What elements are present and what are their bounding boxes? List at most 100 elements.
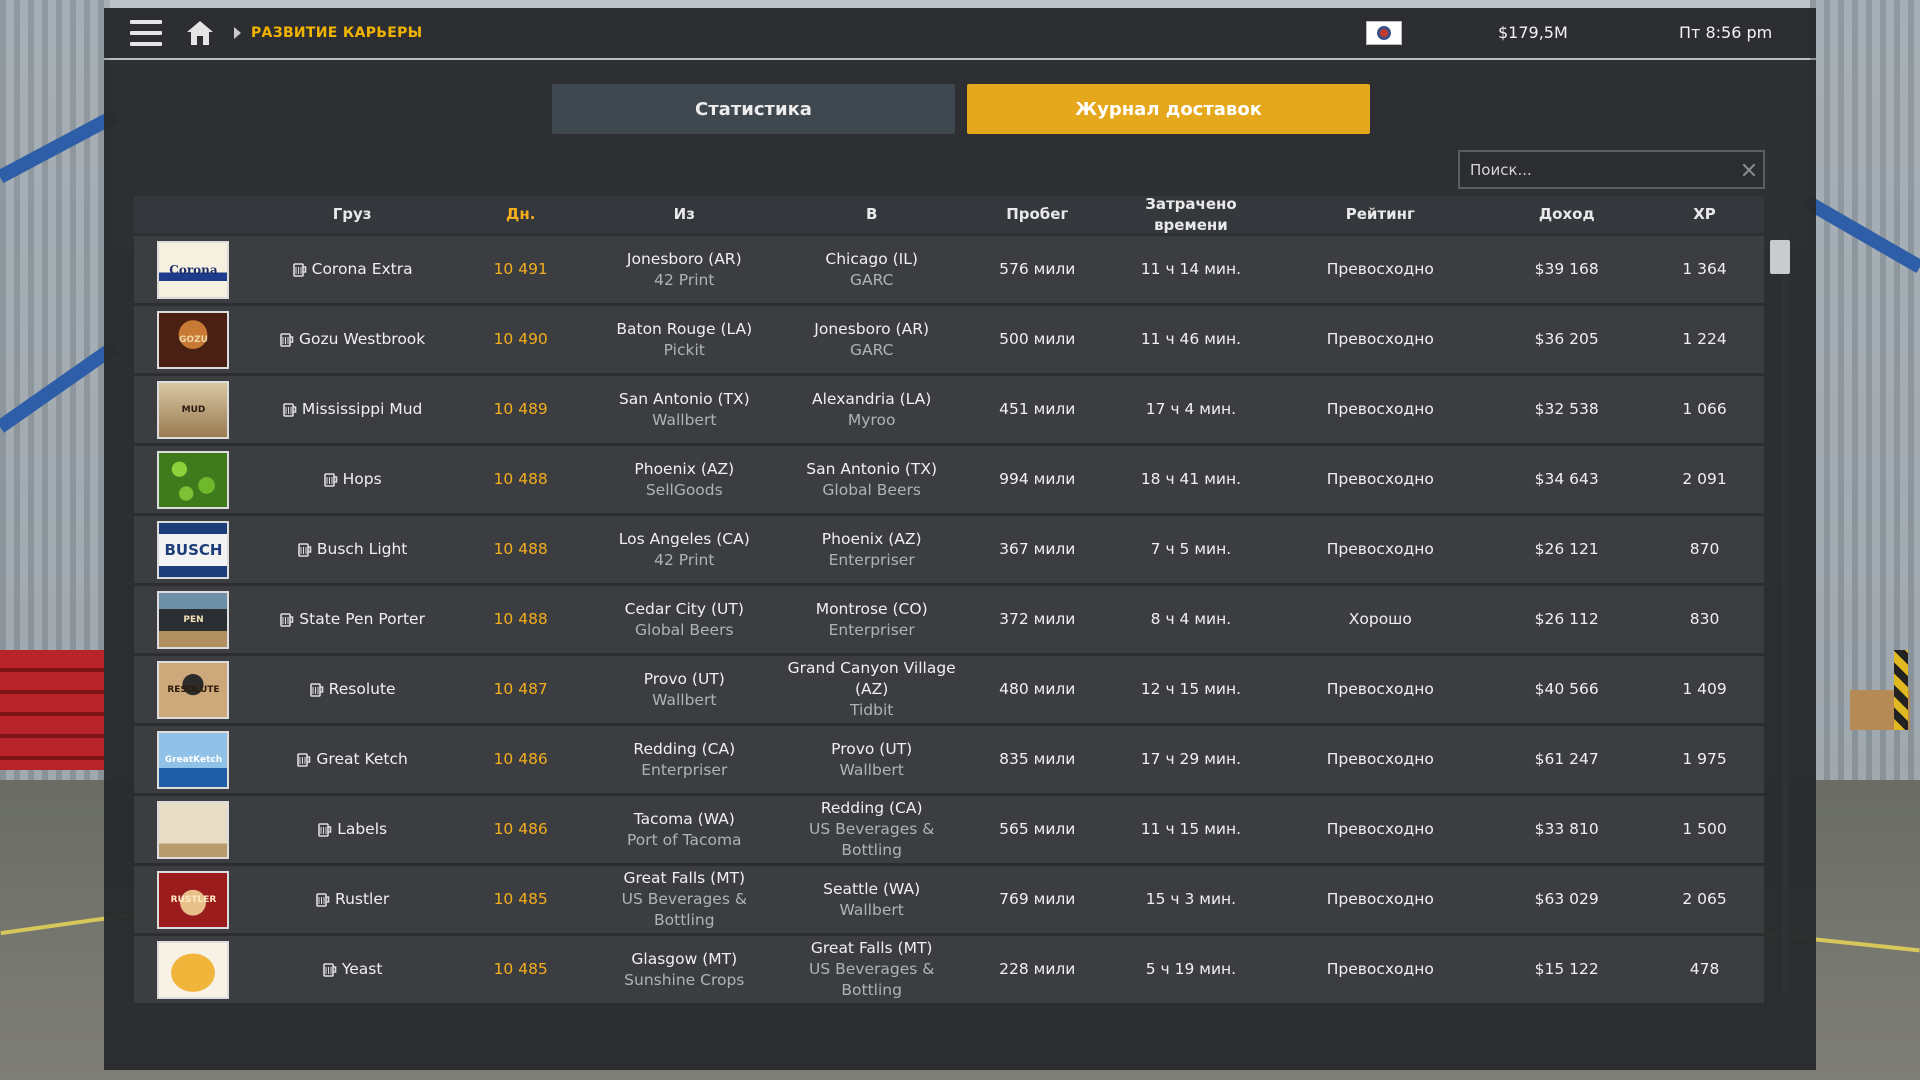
rating: Хорошо xyxy=(1348,610,1412,628)
header-distance[interactable]: Пробег xyxy=(965,204,1110,225)
from-company: Sunshine Crops xyxy=(624,970,745,989)
table-row[interactable]: BUSCH Busch Light 10 488 Los Angeles (CA… xyxy=(134,516,1764,583)
cargo-thumbnail xyxy=(157,940,230,999)
time-spent: 7 ч 5 мин. xyxy=(1150,540,1232,558)
distance: 480 мили xyxy=(999,680,1076,698)
distance: 769 мили xyxy=(999,890,1076,908)
delivery-day: 10 490 xyxy=(493,330,548,348)
time-spent: 18 ч 41 мин. xyxy=(1140,470,1242,488)
rating: Превосходно xyxy=(1326,680,1434,698)
tab-delivery-log[interactable]: Журнал доставок xyxy=(967,84,1370,134)
beer-mug-icon xyxy=(279,611,295,627)
close-icon[interactable] xyxy=(1733,155,1763,185)
delivery-day: 10 486 xyxy=(493,820,548,838)
from-city: Los Angeles (CA) xyxy=(618,529,750,548)
table-row[interactable]: Labels 10 486 Tacoma (WA) Port of Tacoma … xyxy=(134,796,1764,863)
distance: 576 мили xyxy=(999,260,1076,278)
time-spent: 12 ч 15 мин. xyxy=(1140,680,1242,698)
scrollbar-thumb[interactable] xyxy=(1770,240,1790,274)
to-company: Enterpriser xyxy=(828,550,915,569)
table-row[interactable]: GreatKetch Great Ketch 10 486 Redding (C… xyxy=(134,726,1764,793)
search-input[interactable] xyxy=(1460,152,1733,187)
from-city: Great Falls (MT) xyxy=(623,869,746,887)
cargo-name: Great Ketch xyxy=(316,750,408,768)
delivery-day: 10 487 xyxy=(493,680,548,698)
header-rating[interactable]: Рейтинг xyxy=(1272,204,1488,225)
income: $36 205 xyxy=(1534,330,1599,348)
state-flag-icon xyxy=(1366,21,1402,45)
from-company: SellGoods xyxy=(645,480,723,499)
table-row[interactable]: RUSTLER Rustler 10 485 Great Falls (MT) U… xyxy=(134,866,1764,933)
breadcrumb[interactable]: РАЗВИТИЕ КАРЬЕРЫ xyxy=(251,25,422,41)
tab-statistics[interactable]: Статистика xyxy=(552,84,955,134)
rating: Превосходно xyxy=(1326,470,1434,488)
distance: 565 мили xyxy=(999,820,1076,838)
header-day[interactable]: Дн. xyxy=(451,204,590,225)
header-time[interactable]: Затрачено времени xyxy=(1110,194,1273,236)
header-to[interactable]: В xyxy=(778,204,964,225)
beer-mug-icon xyxy=(323,471,339,487)
delivery-table: Груз Дн. Из В Пробег Затрачено времени Р… xyxy=(134,194,1764,1003)
income: $39 168 xyxy=(1534,260,1599,278)
from-company: Pickit xyxy=(663,340,705,359)
table-row[interactable]: MUD Mississippi Mud 10 489 San Antonio (… xyxy=(134,376,1764,443)
to-company: Enterpriser xyxy=(828,620,915,639)
xp: 1 224 xyxy=(1682,330,1727,348)
delivery-day: 10 485 xyxy=(493,890,548,908)
table-row[interactable]: GOZU Gozu Westbrook 10 490 Baton Rouge (… xyxy=(134,306,1764,373)
table-row[interactable]: PEN State Pen Porter 10 488 Cedar City (… xyxy=(134,586,1764,653)
scrollbar-track[interactable] xyxy=(1782,230,1788,990)
from-company: Wallbert xyxy=(652,690,717,709)
beer-mug-icon xyxy=(296,751,312,767)
rating: Превосходно xyxy=(1326,750,1434,768)
from-company: US Beverages & Bottling xyxy=(621,890,747,929)
cargo-name: Gozu Westbrook xyxy=(298,330,426,348)
home-icon[interactable] xyxy=(186,20,214,46)
time-spent: 17 ч 4 мин. xyxy=(1145,400,1237,418)
hamburger-menu-icon[interactable] xyxy=(130,20,162,46)
income: $26 121 xyxy=(1534,540,1599,558)
time-spent: 5 ч 19 мин. xyxy=(1145,960,1237,978)
from-city: Tacoma (WA) xyxy=(633,809,735,828)
rating: Превосходно xyxy=(1326,400,1434,418)
tab-bar: Статистика Журнал доставок xyxy=(552,84,1370,134)
to-city: Redding (CA) xyxy=(820,799,923,817)
delivery-log-panel: Статистика Журнал доставок Груз Дн. Из В… xyxy=(104,60,1816,1070)
to-city: Seattle (WA) xyxy=(823,879,921,898)
cargo-name: State Pen Porter xyxy=(299,610,425,628)
beer-mug-icon xyxy=(282,401,298,417)
income: $34 643 xyxy=(1534,470,1599,488)
table-row[interactable]: Corona Corona Extra 10 491 Jonesboro (AR… xyxy=(134,236,1764,303)
income: $15 122 xyxy=(1534,960,1599,978)
delivery-day: 10 488 xyxy=(493,610,548,628)
money-balance: $179,5M xyxy=(1498,23,1568,42)
beer-mug-icon xyxy=(315,891,331,907)
header-from[interactable]: Из xyxy=(590,204,778,225)
cargo-thumbnail xyxy=(157,800,230,859)
cargo-thumbnail xyxy=(157,450,230,509)
distance: 372 мили xyxy=(999,610,1076,628)
xp: 870 xyxy=(1689,540,1720,558)
cargo-name: Labels xyxy=(337,820,388,838)
table-row[interactable]: RESOLUTE Resolute 10 487 Provo (UT) Wallb… xyxy=(134,656,1764,723)
xp: 478 xyxy=(1689,960,1720,978)
time-spent: 15 ч 3 мин. xyxy=(1145,890,1237,908)
header-income[interactable]: Доход xyxy=(1488,204,1645,225)
to-company: Global Beers xyxy=(822,480,921,499)
header-cargo[interactable]: Груз xyxy=(253,204,451,225)
income: $63 029 xyxy=(1534,890,1599,908)
search-box xyxy=(1458,150,1765,189)
distance: 367 мили xyxy=(999,540,1076,558)
from-city: Provo (UT) xyxy=(643,669,725,688)
xp: 1 409 xyxy=(1682,680,1727,698)
table-row[interactable]: Yeast 10 485 Glasgow (MT) Sunshine Crops … xyxy=(134,936,1764,1003)
cargo-thumbnail: MUD xyxy=(157,380,230,439)
rating: Превосходно xyxy=(1326,960,1434,978)
delivery-day: 10 488 xyxy=(493,540,548,558)
from-company: Port of Tacoma xyxy=(627,830,742,849)
to-company: Wallbert xyxy=(839,900,904,919)
header-xp[interactable]: XP xyxy=(1645,204,1764,225)
to-company: GARC xyxy=(849,340,894,359)
xp: 1 975 xyxy=(1682,750,1727,768)
table-row[interactable]: Hops 10 488 Phoenix (AZ) SellGoods San An… xyxy=(134,446,1764,513)
